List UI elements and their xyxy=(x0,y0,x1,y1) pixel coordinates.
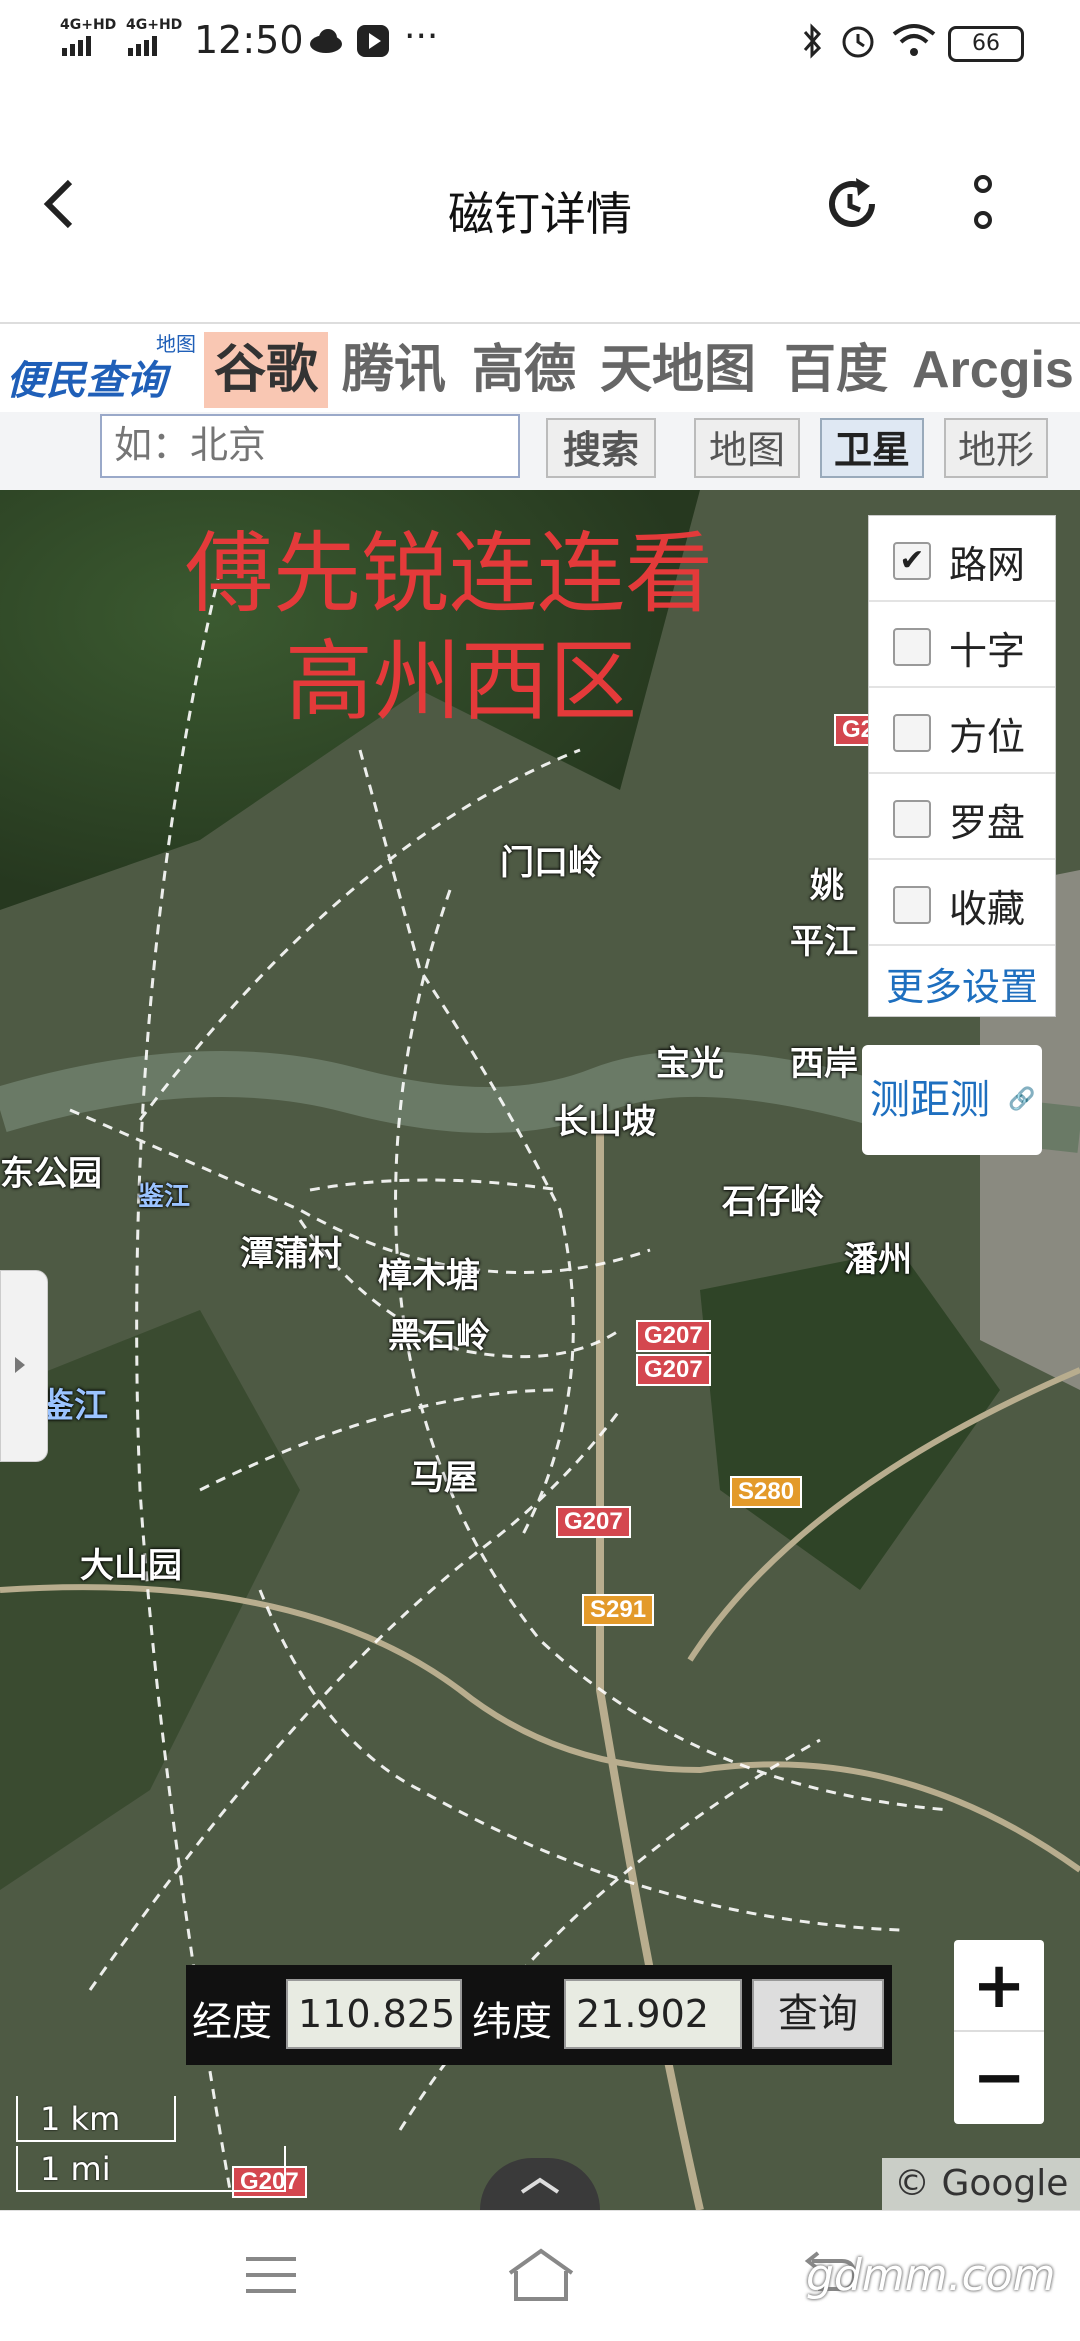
layer-row-favorites[interactable]: 收藏 xyxy=(869,860,1055,946)
zoom-out-button[interactable]: − xyxy=(954,2032,1044,2124)
link-icon: 🔗 xyxy=(1008,1087,1036,1112)
tab-tianditu[interactable]: 天地图 xyxy=(600,332,756,408)
wifi-icon xyxy=(892,24,936,56)
tab-google[interactable]: 谷歌 xyxy=(204,332,329,408)
place-label: 东公园 xyxy=(0,1154,102,1194)
road-shield: S291 xyxy=(582,1594,655,1626)
layers-panel: ✔ 路网 十字 方位 罗盘 收藏 更多设置 xyxy=(868,515,1056,1017)
layer-row-roads[interactable]: ✔ 路网 xyxy=(869,516,1055,602)
longitude-label: 经度 xyxy=(192,1999,272,2045)
map-provider-tabs: 便民查询网 地图 谷歌 腾讯 高德 天地图 百度 Arcgis xyxy=(0,322,1080,462)
tab-gaode[interactable]: 高德 xyxy=(472,332,576,408)
place-label: 潘州 xyxy=(844,1240,912,1280)
alarm-icon xyxy=(842,26,874,58)
page-title: 磁钉详情 xyxy=(448,187,632,241)
longitude-input[interactable]: 110.825 xyxy=(286,1979,462,2049)
layer-label: 十字 xyxy=(949,629,1026,673)
checkbox-compass[interactable] xyxy=(893,800,931,838)
overlay-title-line-1: 傅先锐连连看 xyxy=(185,522,714,625)
signal-icon-1 xyxy=(62,36,94,58)
place-label: 门口岭 xyxy=(500,843,602,883)
measure-distance-button[interactable]: 测距测 🔗 xyxy=(862,1045,1042,1155)
latitude-label: 纬度 xyxy=(472,1999,552,2045)
place-label: 马屋 xyxy=(410,1458,478,1498)
scale-mi: 1 mi xyxy=(16,2146,286,2192)
overlay-title-line-2: 高州西区 xyxy=(285,630,638,733)
layer-label: 罗盘 xyxy=(949,801,1026,845)
search-input[interactable] xyxy=(100,414,520,478)
more-vertical-icon[interactable] xyxy=(968,174,998,240)
road-shield: S280 xyxy=(730,1476,803,1508)
place-label: 平江 xyxy=(790,922,858,962)
clock: 12:50 xyxy=(194,18,304,62)
coordinate-bar: 经度 110.825 纬度 21.902 查询 xyxy=(186,1965,892,2065)
chevron-right-icon xyxy=(15,1357,25,1373)
view-satellite-button[interactable]: 卫星 xyxy=(820,418,924,478)
road-shield: G207 xyxy=(556,1506,631,1538)
more-notifications: ··· xyxy=(404,16,439,57)
network-label-1: 4G+HD xyxy=(60,17,117,33)
layer-row-cross[interactable]: 十字 xyxy=(869,602,1055,688)
latitude-input[interactable]: 21.902 xyxy=(564,1979,742,2049)
menu-icon[interactable] xyxy=(244,2255,298,2295)
tab-baidu[interactable]: 百度 xyxy=(784,332,888,408)
layer-label: 路网 xyxy=(949,543,1026,587)
layer-label: 方位 xyxy=(949,715,1026,759)
battery-icon: 66 xyxy=(948,26,1024,62)
home-icon[interactable] xyxy=(506,2247,576,2303)
view-map-button[interactable]: 地图 xyxy=(694,418,800,478)
scale-km: 1 km xyxy=(16,2096,176,2142)
measure-label: 测距测 xyxy=(870,1077,990,1123)
signal-icon-2 xyxy=(128,36,160,58)
view-terrain-button[interactable]: 地形 xyxy=(944,418,1048,478)
media-play-icon xyxy=(357,25,389,57)
zoom-control: + − xyxy=(954,1940,1044,2124)
refresh-icon[interactable] xyxy=(820,172,884,236)
place-label: 潭蒲村 xyxy=(240,1234,342,1274)
chevron-up-icon xyxy=(520,2177,560,2194)
place-label: 鉴江 xyxy=(40,1386,108,1426)
more-settings-link[interactable]: 更多设置 xyxy=(869,956,1055,1011)
overlay-title: 傅先锐连连看 高州西区 xyxy=(185,520,713,736)
site-logo[interactable]: 便民查询网 地图 xyxy=(6,332,202,462)
side-panel-handle[interactable] xyxy=(0,1270,48,1462)
place-label: 宝光 xyxy=(656,1044,724,1084)
map-copyright: © Google xyxy=(882,2158,1080,2210)
zoom-in-button[interactable]: + xyxy=(954,1940,1044,2032)
place-label: 鉴江 xyxy=(138,1182,191,1212)
checkbox-favorites[interactable] xyxy=(893,886,931,924)
layer-label: 收藏 xyxy=(949,887,1026,931)
status-bar: 4G+HD 4G+HD 12:50 ··· 66 xyxy=(0,0,1080,90)
place-label: 石仔岭 xyxy=(722,1182,824,1222)
tab-arcgis[interactable]: Arcgis xyxy=(912,332,1074,408)
place-label: 姚 xyxy=(810,866,844,906)
tab-tencent[interactable]: 腾讯 xyxy=(342,332,446,408)
search-button[interactable]: 搜索 xyxy=(546,418,656,478)
checkbox-direction[interactable] xyxy=(893,714,931,752)
bluetooth-icon xyxy=(803,23,822,59)
place-label: 长山坡 xyxy=(554,1102,656,1142)
checkbox-roads[interactable]: ✔ xyxy=(893,542,931,580)
road-shield: G207 xyxy=(636,1354,711,1386)
layer-row-direction[interactable]: 方位 xyxy=(869,688,1055,774)
network-label-2: 4G+HD xyxy=(126,17,183,33)
query-button[interactable]: 查询 xyxy=(752,1979,884,2049)
place-label: 樟木塘 xyxy=(378,1256,480,1296)
layer-row-compass[interactable]: 罗盘 xyxy=(869,774,1055,860)
checkbox-cross[interactable] xyxy=(893,628,931,666)
logo-subtext: 地图 xyxy=(156,332,196,356)
place-label: 西岸 xyxy=(790,1044,858,1084)
cloud-icon xyxy=(310,29,342,53)
road-shield: G207 xyxy=(636,1320,711,1352)
watermark: gdmm.com xyxy=(806,2250,1056,2301)
place-label: 黑石岭 xyxy=(388,1316,490,1356)
place-label: 大山园 xyxy=(80,1546,182,1586)
